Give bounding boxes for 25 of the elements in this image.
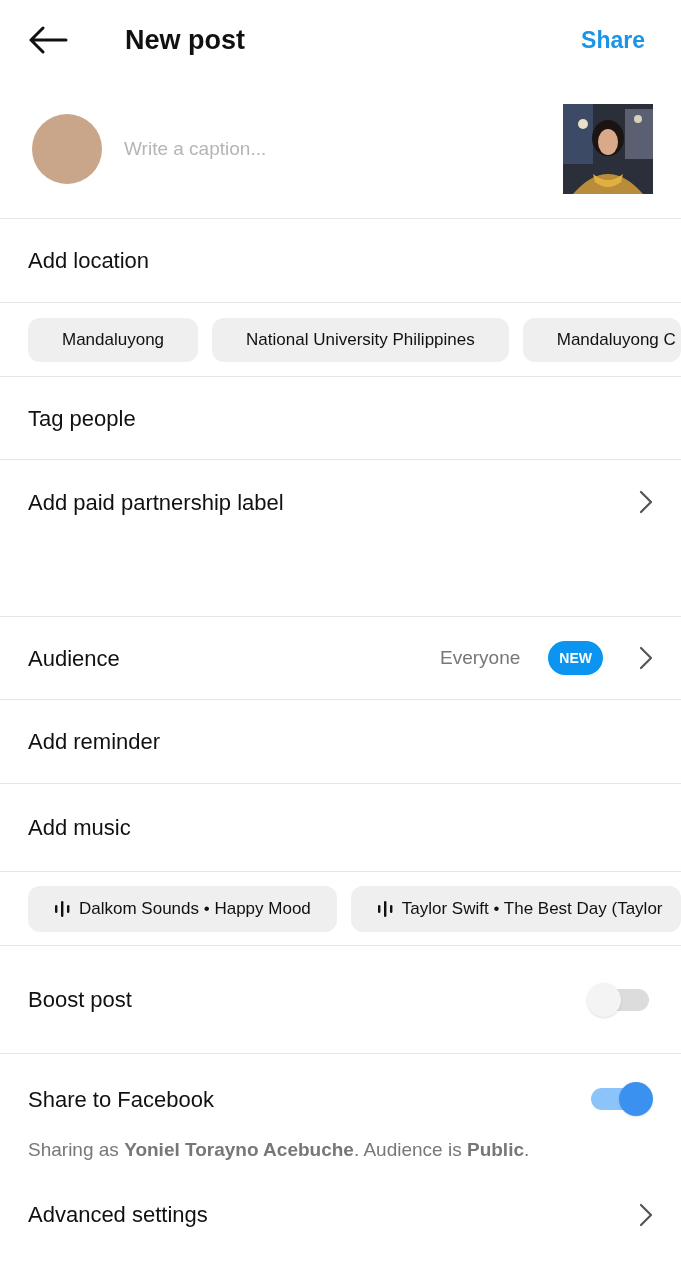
sharing-note: Sharing as Yoniel Torayno Acebuche. Audience is Public. xyxy=(27,1138,531,1162)
audio-bars-icon xyxy=(54,900,71,917)
caption-field[interactable]: Write a caption... xyxy=(124,134,563,164)
tag-people-option[interactable]: Tag people xyxy=(28,401,653,435)
audio-bars-icon xyxy=(376,900,394,917)
share-to-facebook-label: Share to Facebook xyxy=(28,1085,215,1114)
chevron-right-icon xyxy=(639,1202,653,1227)
audience-value: Everyone xyxy=(440,645,521,670)
location-chip[interactable]: National University Philippines xyxy=(212,317,509,362)
new-badge: NEW xyxy=(548,641,603,675)
add-location-option[interactable]: Add location xyxy=(28,244,653,277)
music-chip[interactable]: Dalkom Sounds • Happy Mood xyxy=(28,885,337,932)
music-chip[interactable]: Taylor Swift • The Best Day (Taylor xyxy=(350,885,681,932)
chevron-right-icon xyxy=(639,646,653,670)
advanced-settings-option[interactable]: Advanced settings xyxy=(28,1198,639,1231)
location-chip[interactable]: Mandaluyong C xyxy=(522,317,681,362)
back-arrow-icon[interactable] xyxy=(28,26,68,54)
chevron-right-icon xyxy=(639,490,653,514)
audience-option[interactable]: Audience xyxy=(28,641,441,675)
paid-partnership-option[interactable]: Add paid partnership label xyxy=(28,485,639,519)
location-chip[interactable]: Mandaluyong xyxy=(28,317,199,362)
page-title: New post xyxy=(125,23,246,57)
boost-post-label[interactable]: Boost post xyxy=(28,983,587,1016)
add-reminder-option[interactable]: Add reminder xyxy=(28,725,653,758)
add-music-option[interactable]: Add music xyxy=(28,811,653,844)
